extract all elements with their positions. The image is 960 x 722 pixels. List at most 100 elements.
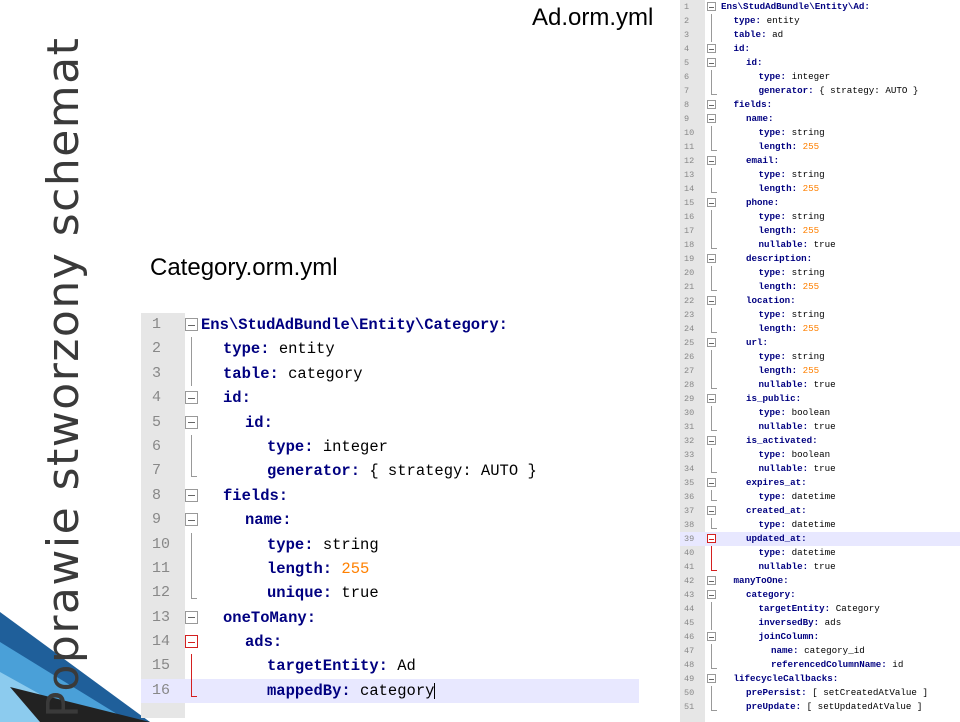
code-line[interactable]: 44 targetEntity: Category [680, 602, 960, 616]
code-line[interactable]: 9 name: [141, 508, 639, 532]
fold-toggle-icon[interactable] [707, 436, 716, 445]
fold-toggle-icon[interactable] [707, 674, 716, 683]
code-line[interactable]: 21 length: 255 [680, 280, 960, 294]
code-line[interactable]: 37 created_at: [680, 504, 960, 518]
code-line[interactable]: 38 type: datetime [680, 518, 960, 532]
code-line[interactable]: 7 generator: { strategy: AUTO } [141, 459, 639, 483]
code-line[interactable]: 47 name: category_id [680, 644, 960, 658]
code-line[interactable]: 5 id: [680, 56, 960, 70]
code-line[interactable]: 14 ads: [141, 630, 639, 654]
fold-toggle-icon[interactable] [707, 100, 716, 109]
code-lines[interactable]: 1 Ens\StudAdBundle\Entity\Ad: 2 type: entit… [680, 0, 960, 714]
code-line[interactable]: 26 type: string [680, 350, 960, 364]
code-line[interactable]: 19 description: [680, 252, 960, 266]
fold-toggle-icon[interactable] [707, 534, 716, 543]
fold-toggle-icon[interactable] [707, 198, 716, 207]
fold-toggle-icon[interactable] [185, 635, 198, 649]
fold-toggle-icon[interactable] [707, 478, 716, 487]
code-line[interactable]: 5 id: [141, 411, 639, 435]
code-line[interactable]: 42 manyToOne: [680, 574, 960, 588]
code-line[interactable]: 2 type: entity [141, 337, 639, 362]
fold-toggle-icon[interactable] [707, 296, 716, 305]
code-line[interactable]: 50 prePersist: [ setCreatedAtValue ] [680, 686, 960, 700]
fold-toggle-icon[interactable] [185, 610, 198, 624]
code-line[interactable]: 18 nullable: true [680, 238, 960, 252]
code-line[interactable]: 4 id: [141, 386, 639, 410]
fold-toggle-icon[interactable] [707, 254, 716, 263]
code-line[interactable]: 39 updated_at: [680, 532, 960, 546]
code-line[interactable]: 15 phone: [680, 196, 960, 210]
code-line[interactable]: 40 type: datetime [680, 546, 960, 560]
fold-toggle-icon[interactable] [707, 44, 716, 53]
code-line[interactable]: 32 is_activated: [680, 434, 960, 448]
fold-toggle-icon[interactable] [707, 338, 716, 347]
code-line[interactable]: 11 length: 255 [141, 556, 639, 582]
code-line[interactable]: 23 type: string [680, 308, 960, 322]
ad-yml-editor[interactable]: 1 Ens\StudAdBundle\Entity\Ad: 2 type: entit… [680, 0, 960, 722]
code-line[interactable]: 6 type: integer [141, 434, 639, 460]
code-line[interactable]: 43 category: [680, 588, 960, 602]
code-line[interactable]: 48 referencedColumnName: id [680, 658, 960, 672]
category-yml-editor[interactable]: 1 Ens\StudAdBundle\Entity\Category: 2 type:… [141, 313, 639, 718]
fold-toggle-icon[interactable] [707, 114, 716, 123]
line-number: 32 [684, 436, 695, 446]
code-line[interactable]: 45 inversedBy: ads [680, 616, 960, 630]
fold-toggle-icon[interactable] [185, 391, 198, 405]
code-line[interactable]: 22 location: [680, 294, 960, 308]
fold-toggle-icon[interactable] [707, 156, 716, 165]
code-line[interactable]: 16 mappedBy: category [141, 678, 639, 704]
code-line[interactable]: 13 type: string [680, 168, 960, 182]
code-line[interactable]: 12 unique: true [141, 581, 639, 605]
code-line[interactable]: 8 fields: [141, 484, 639, 508]
code-line[interactable]: 8 fields: [680, 98, 960, 112]
code-line[interactable]: 36 type: datetime [680, 490, 960, 504]
code-line[interactable]: 51 preUpdate: [ setUpdatedAtValue ] [680, 700, 960, 714]
code-line[interactable]: 24 length: 255 [680, 322, 960, 336]
fold-toggle-icon[interactable] [707, 576, 716, 585]
fold-toggle-icon[interactable] [185, 488, 198, 502]
code-line[interactable]: 20 type: string [680, 266, 960, 280]
fold-toggle-icon[interactable] [185, 318, 198, 331]
code-line[interactable]: 46 joinColumn: [680, 630, 960, 644]
code-line[interactable]: 17 length: 255 [680, 224, 960, 238]
fold-toggle-icon[interactable] [185, 513, 198, 527]
code-line[interactable]: 29 is_public: [680, 392, 960, 406]
code-line[interactable]: 6 type: integer [680, 70, 960, 84]
fold-toggle-icon[interactable] [707, 506, 716, 515]
fold-toggle-icon[interactable] [707, 632, 716, 641]
fold-toggle-icon[interactable] [707, 590, 716, 599]
code-line[interactable]: 15 targetEntity: Ad [141, 654, 639, 679]
code-line[interactable]: 2 type: entity [680, 14, 960, 28]
code-line[interactable]: 9 name: [680, 112, 960, 126]
code-line[interactable]: 33 type: boolean [680, 448, 960, 462]
code-line[interactable]: 4 id: [680, 42, 960, 56]
code-lines[interactable]: 1 Ens\StudAdBundle\Entity\Category: 2 type:… [141, 313, 639, 704]
code-line[interactable]: 7 generator: { strategy: AUTO } [680, 84, 960, 98]
code-line[interactable]: 16 type: string [680, 210, 960, 224]
code-line[interactable]: 10 type: string [141, 532, 639, 557]
fold-toggle-icon[interactable] [707, 2, 716, 11]
code-line[interactable]: 25 url: [680, 336, 960, 350]
code-line[interactable]: 12 email: [680, 154, 960, 168]
code-line[interactable]: 3 table: category [141, 361, 639, 387]
code-line[interactable]: 14 length: 255 [680, 182, 960, 196]
fold-toggle-icon[interactable] [185, 415, 198, 429]
code-line[interactable]: 1 Ens\StudAdBundle\Entity\Ad: [680, 0, 960, 14]
fold-toggle-icon[interactable] [707, 394, 716, 403]
code-line[interactable]: 35 expires_at: [680, 476, 960, 490]
code-line[interactable]: 11 length: 255 [680, 140, 960, 154]
line-number: 41 [684, 562, 695, 572]
code-line[interactable]: 49 lifecycleCallbacks: [680, 672, 960, 686]
code-line[interactable]: 28 nullable: true [680, 378, 960, 392]
code-line[interactable]: 31 nullable: true [680, 420, 960, 434]
code-line[interactable]: 13 oneToMany: [141, 606, 639, 630]
code-line[interactable]: 1 Ens\StudAdBundle\Entity\Category: [141, 313, 639, 337]
code-line[interactable]: 30 type: boolean [680, 406, 960, 420]
code-line[interactable]: 41 nullable: true [680, 560, 960, 574]
fold-toggle-icon[interactable] [707, 58, 716, 67]
code-line[interactable]: 3 table: ad [680, 28, 960, 42]
fold-end-mark [191, 476, 197, 478]
code-line[interactable]: 27 length: 255 [680, 364, 960, 378]
code-line[interactable]: 34 nullable: true [680, 462, 960, 476]
code-line[interactable]: 10 type: string [680, 126, 960, 140]
